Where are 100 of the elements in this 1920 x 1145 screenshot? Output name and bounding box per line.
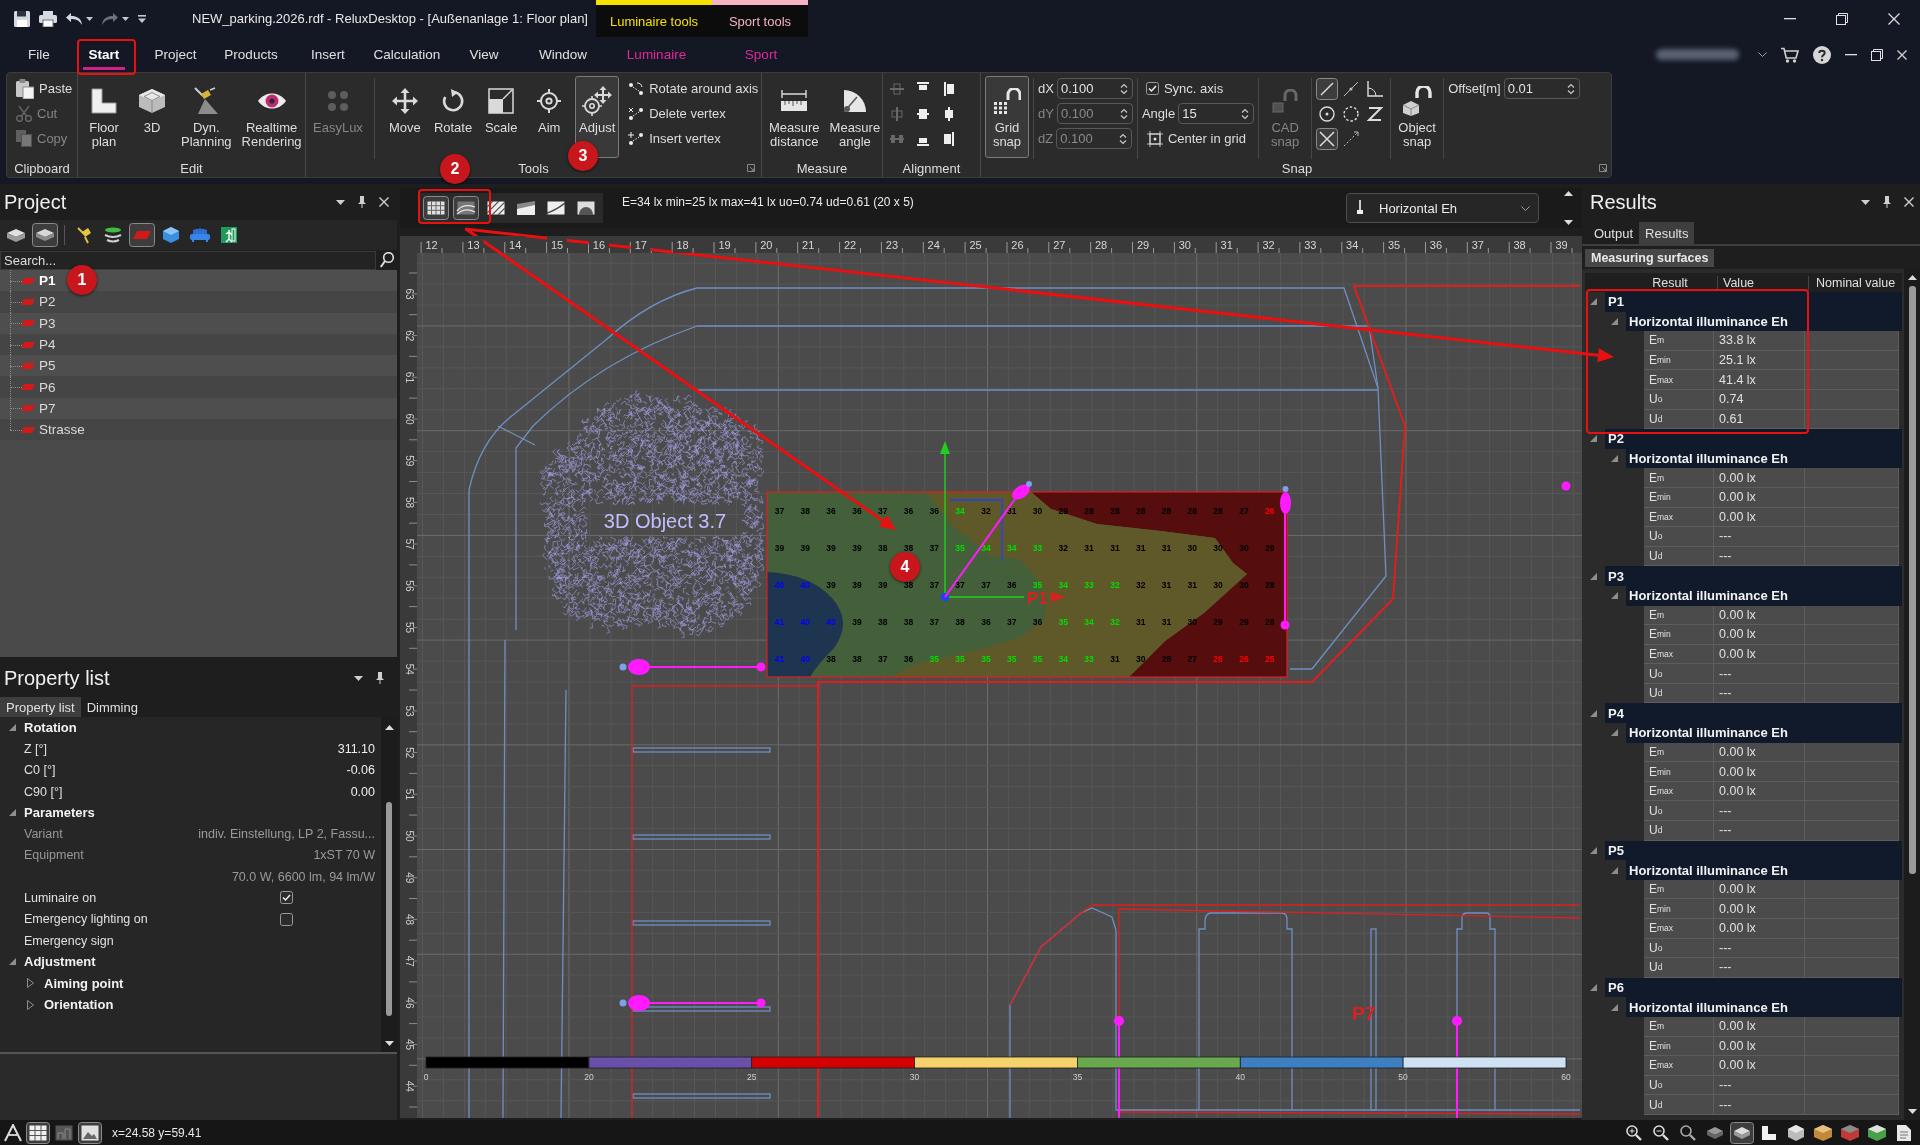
property-label: Variant xyxy=(23,827,63,842)
illuminance-value: 39 xyxy=(774,542,785,553)
ruler-label: 21 xyxy=(802,239,815,251)
table-cell: 0.00 lx xyxy=(1714,625,1805,645)
table-cell: --- xyxy=(1714,821,1805,841)
illuminance-value: 37 xyxy=(955,579,965,590)
illuminance-value: 35 xyxy=(955,653,965,664)
group-label: Tools xyxy=(518,160,549,176)
ruler-label: 37 xyxy=(1471,239,1484,251)
ruler-label: 49 xyxy=(404,872,415,884)
illuminance-value: 26 xyxy=(1213,653,1223,664)
table-cell: --- xyxy=(1714,1095,1805,1115)
illuminance-value: 37 xyxy=(929,542,940,553)
illuminance-value: 31 xyxy=(1110,542,1120,553)
illuminance-value: 35 xyxy=(981,653,991,664)
illuminance-value: 30 xyxy=(1213,579,1223,590)
ruler-label: 57 xyxy=(404,538,415,550)
ruler-label: 52 xyxy=(404,747,415,759)
illuminance-value: 32 xyxy=(1110,616,1120,627)
illuminance-value: 35 xyxy=(955,542,965,553)
legend-label: 25 xyxy=(746,1072,757,1082)
panel-title: Property list xyxy=(4,666,110,690)
illuminance-value: 30 xyxy=(1135,653,1146,664)
ruler-label: 51 xyxy=(404,788,415,800)
surface-label: P7 xyxy=(1352,1003,1376,1024)
table-cell: 0.74 xyxy=(1714,389,1805,410)
ruler-label: 17 xyxy=(634,239,647,251)
illuminance-value: 36 xyxy=(929,505,940,516)
ruler-label: 32 xyxy=(1262,239,1275,251)
ruler-label: 59 xyxy=(404,455,415,467)
illuminance-value: 31 xyxy=(1161,542,1172,553)
table-cell: 0.00 lx xyxy=(1714,507,1805,528)
illuminance-value: 28 xyxy=(1264,616,1275,627)
table-cell: 0.00 lx xyxy=(1714,487,1805,508)
column-header: Nominal value xyxy=(1808,275,1902,290)
illuminance-value: 39 xyxy=(852,616,862,627)
table-cell: 0.00 lx xyxy=(1714,742,1805,763)
ruler-label: 63 xyxy=(404,288,415,300)
illuminance-value: 28 xyxy=(1213,505,1223,516)
illuminance-value: 29 xyxy=(1213,616,1223,627)
illuminance-value: 32 xyxy=(1135,579,1146,590)
table-cell: 0.61 xyxy=(1714,409,1805,430)
illuminance-value: 34 xyxy=(1084,616,1094,627)
ruler-label: 24 xyxy=(927,239,940,251)
table-cell: 0.00 lx xyxy=(1714,781,1805,802)
table-cell: 0.00 lx xyxy=(1714,468,1805,488)
illuminance-value: 31 xyxy=(1006,505,1017,516)
legend-label: 35 xyxy=(1072,1072,1083,1082)
ruler-label: 16 xyxy=(592,239,606,251)
legend-label: 0 xyxy=(423,1072,429,1082)
illuminance-value: 32 xyxy=(1110,579,1120,590)
ruler-label: 26 xyxy=(1011,239,1024,251)
property-value: -0.06 xyxy=(346,763,376,778)
legend-label: 30 xyxy=(909,1072,920,1082)
ruler-label: 25 xyxy=(969,239,982,251)
table-cell: 0.00 lx xyxy=(1714,1016,1805,1037)
table-cell: --- xyxy=(1714,664,1805,684)
table-cell: --- xyxy=(1714,958,1805,978)
ruler-label: 53 xyxy=(404,705,415,717)
illuminance-value: 37 xyxy=(981,579,991,590)
table-cell: --- xyxy=(1714,546,1805,567)
ruler-label: 39 xyxy=(1555,239,1568,251)
ruler-label: 30 xyxy=(1178,239,1191,251)
illuminance-value: 36 xyxy=(1006,579,1017,590)
table-cell: --- xyxy=(1714,1075,1805,1096)
illuminance-value: 39 xyxy=(800,542,811,553)
ruler-label: 50 xyxy=(404,830,415,842)
surface-label: P1 xyxy=(1027,589,1048,608)
table-cell: 33.8 lx xyxy=(1714,331,1805,351)
table-cell: 0.00 lx xyxy=(1714,644,1805,665)
illuminance-value: 36 xyxy=(826,505,836,516)
ruler-label: 29 xyxy=(1136,239,1150,251)
illuminance-value: 36 xyxy=(1032,616,1043,627)
illuminance-value: 37 xyxy=(929,579,940,590)
illuminance-value: 34 xyxy=(1058,579,1069,590)
property-label: Z [°] xyxy=(23,741,48,756)
table-cell: --- xyxy=(1714,938,1805,959)
table-cell: 0.00 lx xyxy=(1714,919,1805,939)
table-cell: 25.1 lx xyxy=(1714,350,1805,371)
ruler-label: 15 xyxy=(550,239,564,251)
illuminance-value: 39 xyxy=(852,542,862,553)
category-label: Adjustment xyxy=(24,954,96,970)
illuminance-value: 37 xyxy=(1006,616,1017,627)
illuminance-value: 36 xyxy=(981,616,991,627)
illuminance-value: 40 xyxy=(826,616,836,627)
table-cell: 0.00 lx xyxy=(1714,605,1805,626)
field-label: Angle xyxy=(1141,106,1176,121)
ruler-label: 62 xyxy=(404,330,415,342)
illuminance-value: 38 xyxy=(852,653,862,664)
illuminance-value: 39 xyxy=(826,542,836,553)
illuminance-value: 38 xyxy=(877,616,888,627)
property-value: 0.00 xyxy=(350,784,376,799)
group-label: Snap xyxy=(1281,160,1313,176)
illuminance-value: 30 xyxy=(1239,542,1249,553)
illuminance-value: 31 xyxy=(1161,616,1172,627)
group-label: Measure xyxy=(796,160,848,176)
illuminance-value: 29 xyxy=(1264,542,1275,553)
category-label: Parameters xyxy=(24,805,95,821)
illuminance-value: 40 xyxy=(800,579,811,590)
illuminance-value: 34 xyxy=(1058,653,1069,664)
